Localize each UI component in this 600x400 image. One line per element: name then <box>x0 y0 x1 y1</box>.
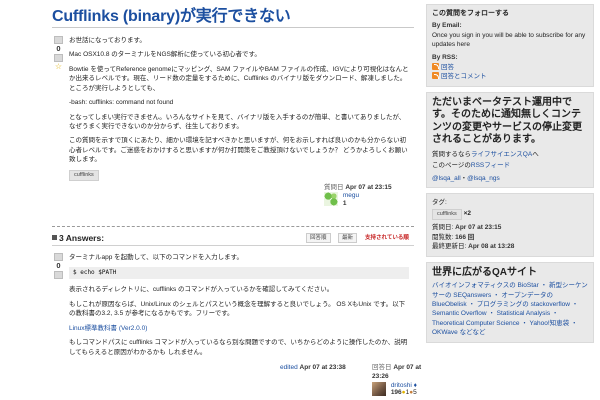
answered-label: 回答日 <box>372 364 392 371</box>
question-paragraph: この質問を示すで頂くにあたり、細かい環境を記すべきかと思いますが、何をお示しすれ… <box>69 137 408 164</box>
title-divider <box>52 27 414 28</box>
vote-up-icon[interactable] <box>54 253 63 261</box>
stats-updated-value: Apr 08 at 13:28 <box>468 243 515 251</box>
textbook-link[interactable]: Linux標準教科書 (Ver2.0.0) <box>69 325 147 332</box>
answers-divider <box>52 245 414 246</box>
question-stats-panel: タグ: cufflinks ×2 質問日: Apr 07 at 23:15 閲覧… <box>426 192 594 257</box>
sort-votes-tab[interactable]: 支持されている順 <box>361 233 413 243</box>
world-qa-title: 世界に広がるQAサイト <box>432 266 537 278</box>
answerer-name[interactable]: dritoshi ♦ <box>391 382 417 389</box>
twitter-lsqa-all-link[interactable]: @lsqa_all <box>432 175 461 182</box>
edited-label[interactable]: edited <box>280 364 298 371</box>
by-email-label: By Email: <box>432 22 462 30</box>
rss-answers-comments-link[interactable]: 回答とコメント <box>432 72 588 81</box>
asked-label: 質問日 <box>324 184 344 191</box>
ask-suffix: へ <box>532 150 539 158</box>
stats-asked-value: Apr 07 at 23:15 <box>455 224 502 232</box>
favorite-star-icon[interactable]: ☆ <box>54 63 63 71</box>
stats-updated-label: 最終更新日: <box>432 243 467 251</box>
beta-notice-title: ただいまベータテスト運用中です。そのために通知無しくコンテンツの変更やサービスの… <box>432 96 582 146</box>
tags-label: タグ: <box>432 198 447 206</box>
sort-newest-tab[interactable]: 最新 <box>338 233 358 243</box>
question-vote-count: 0 <box>56 44 61 53</box>
stats-asked-label: 質問日: <box>432 224 454 232</box>
answer-body: ターミナルapp を起動して、以下のコマンドを入力します。 $ echo $PA… <box>69 253 409 362</box>
answer-vote-box: 0 <box>53 253 64 279</box>
follow-title: この質問をフォローする <box>432 10 509 17</box>
vote-down-icon[interactable] <box>54 271 63 279</box>
answer-paragraph: もしコマンドパスに cufflinks コマンドが入っているなら別な問題ですので… <box>69 339 408 356</box>
question-paragraph: -bash: cufflinks: command not found <box>69 99 174 107</box>
rss-icon <box>432 72 439 80</box>
asked-row: 質問日: Apr 07 at 23:15 <box>432 223 588 232</box>
sidebar-tag[interactable]: cufflinks <box>432 209 462 221</box>
question-paragraph: となってしまい実行できません。いろんなサイトを見て、バイナリ版を入手するのが簡単… <box>69 113 406 130</box>
answer-edited-info: edited Apr 07 at 23:38 <box>280 363 360 372</box>
rss-prefix: このページの <box>432 162 471 170</box>
answer-vote-count: 0 <box>56 261 61 270</box>
rss-feed-link[interactable]: RSSフィード <box>471 162 510 169</box>
question-title[interactable]: Cufflinks (binary)が実行できない <box>52 5 291 28</box>
answer-paragraph: 表示されるディレクトリに、cufflinks のコマンドが入っているかを確認して… <box>69 286 334 294</box>
page-rss-text: このページのRSSフィード <box>432 161 588 170</box>
sidebar: この質問をフォローする By Email: Once you sign in y… <box>426 4 594 348</box>
collapse-icon <box>52 235 57 240</box>
answerer-avatar[interactable] <box>372 381 386 396</box>
vote-down-icon[interactable] <box>54 54 63 62</box>
by-rss-label: By RSS: <box>432 54 458 62</box>
world-qa-panel: 世界に広がるQAサイト バイオインフォマティクスの BioStar ・ 新型シー… <box>426 261 594 343</box>
tag-count: ×2 <box>463 210 472 218</box>
rss-answers-link[interactable]: 回答 <box>432 62 588 72</box>
answerer-reputation: 196●1●5 <box>391 389 417 396</box>
asker-avatar[interactable] <box>324 192 338 207</box>
question-tag[interactable]: cufflinks <box>69 169 99 181</box>
ask-prefix: 質問するなら <box>432 150 471 158</box>
main-column: Cufflinks (binary)が実行できない 0 ☆ お世話になっておりま… <box>52 0 421 400</box>
asked-date: Apr 07 at 23:15 <box>345 184 392 191</box>
rss-icon <box>432 62 439 70</box>
asker-name[interactable]: megu <box>343 192 359 199</box>
question-paragraph: Bowtie を使ってReference genomeにマッピング、SAM ファ… <box>69 65 409 92</box>
asker-info: 質問日 Apr 07 at 23:15 megu 1 <box>324 183 414 207</box>
answer-paragraph: もしこれが原因ならば、Unix/Linux のシェルとパスという概念を理解すると… <box>69 300 406 318</box>
edited-date: Apr 07 at 23:38 <box>299 364 346 371</box>
answerer-info: 回答日 Apr 07 at 23:26 dritoshi ♦ 196●1●5 <box>372 363 432 396</box>
stats-seen-value: 166 回 <box>455 233 475 241</box>
question-divider <box>52 226 414 227</box>
bronze-badge-count: 5 <box>413 388 417 396</box>
ask-here-text: 質問するならライフサイエンスQAへ <box>432 150 588 159</box>
beta-notice-panel: ただいまベータテスト運用中です。そのために通知無しくコンテンツの変更やサービスの… <box>426 91 594 188</box>
question-vote-box: 0 ☆ <box>53 36 64 71</box>
updated-row: 最終更新日: Apr 08 at 13:28 <box>432 242 588 251</box>
code-block: $ echo $PATH <box>69 267 409 280</box>
answers-header: 3 Answers: 回答順 最新 支持されている順 <box>52 232 414 244</box>
seen-row: 閲覧数: 166 回 <box>432 233 588 242</box>
vote-up-icon[interactable] <box>54 36 63 44</box>
rss-answers-comments-label[interactable]: 回答とコメント <box>441 73 487 80</box>
lifescience-qa-link[interactable]: ライフサイエンスQA <box>471 151 532 158</box>
question-paragraph: Mac OSX10.8 のターミナルをNGS解析に使っている初心者です。 <box>69 51 261 59</box>
question-paragraph: お世話になっております。 <box>69 37 146 44</box>
email-subscribe-text: Once you sign in you will be able to sub… <box>432 31 586 48</box>
asker-reputation: 1 <box>342 199 347 207</box>
question-body: お世話になっております。 Mac OSX10.8 のターミナルをNGS解析に使っ… <box>69 36 409 181</box>
answer-paragraph: ターミナルapp を起動して、以下のコマンドを入力します。 <box>69 254 243 261</box>
twitter-links: @lsqa_all・@lsqa_ngs <box>432 174 588 183</box>
world-qa-links[interactable]: バイオインフォマティクスの BioStar ・ 新型シーケンサーの SEQans… <box>432 281 588 338</box>
sort-oldest-tab[interactable]: 回答順 <box>306 233 331 243</box>
answers-count: 3 Answers: <box>52 232 104 244</box>
twitter-lsqa-ngs-link[interactable]: @lsqa_ngs <box>467 175 500 182</box>
follow-panel: この質問をフォローする By Email: Once you sign in y… <box>426 4 594 87</box>
answerer-rep-value: 196 <box>390 388 402 396</box>
rss-answers-label[interactable]: 回答 <box>441 64 454 71</box>
answers-count-label: 3 Answers: <box>59 233 105 243</box>
stats-seen-label: 閲覧数: <box>432 233 454 241</box>
